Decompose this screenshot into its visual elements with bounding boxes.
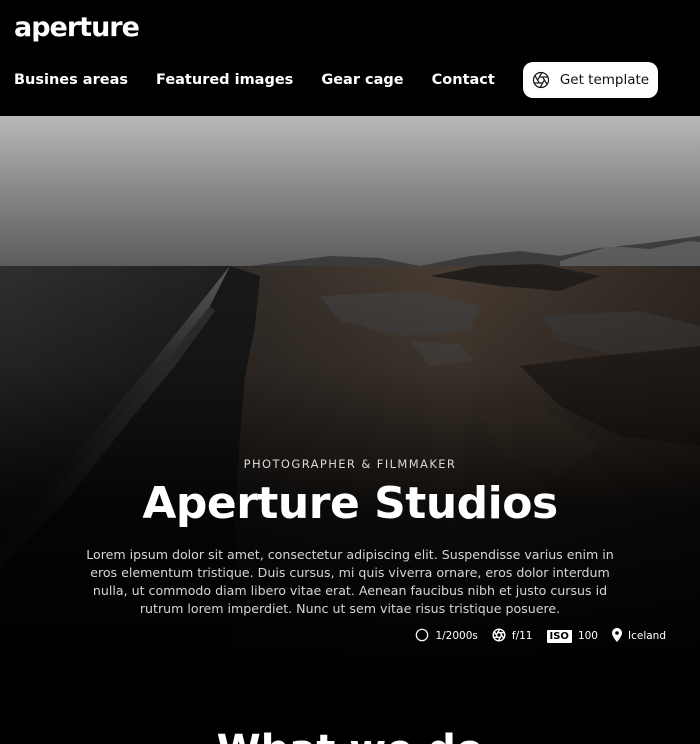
nav-item-gear-cage[interactable]: Gear cage	[321, 72, 403, 88]
iso-badge: ISO	[546, 629, 572, 643]
exif-aperture: f/11	[492, 627, 533, 645]
aperture-small-icon	[492, 627, 506, 645]
aperture-icon	[532, 71, 550, 89]
exif-info: 1/2000s f/11 ISO 100 Iceland	[401, 627, 666, 645]
page: aperture Busines areas Featured images G…	[0, 0, 700, 744]
nav-item-contact[interactable]: Contact	[432, 72, 495, 88]
logo[interactable]: aperture	[14, 10, 140, 46]
hero-title: Aperture Studios	[142, 478, 558, 529]
hero: PHOTOGRAPHER & FILMMAKER Aperture Studio…	[0, 116, 700, 676]
exif-location: Iceland	[611, 627, 666, 645]
exif-aperture-value: f/11	[511, 630, 533, 642]
exif-iso: ISO 100	[546, 629, 598, 643]
nav-item-business-areas[interactable]: Busines areas	[14, 72, 128, 88]
hero-description: Lorem ipsum dolor sit amet, consectetur …	[86, 547, 614, 616]
location-pin-icon	[611, 627, 622, 645]
get-template-label: Get template	[559, 72, 650, 88]
shutter-icon	[415, 628, 429, 645]
section-heading-what-we-do: What we do	[0, 726, 700, 744]
exif-location-value: Iceland	[627, 630, 666, 642]
get-template-button[interactable]: Get template	[522, 62, 659, 98]
exif-shutter: 1/2000s	[415, 628, 478, 645]
hero-eyebrow: PHOTOGRAPHER & FILMMAKER	[243, 457, 457, 471]
main-nav: Busines areas Featured images Gear cage …	[14, 62, 659, 98]
exif-shutter-value: 1/2000s	[435, 630, 478, 642]
nav-item-featured-images[interactable]: Featured images	[156, 72, 293, 88]
exif-iso-value: 100	[577, 630, 598, 642]
